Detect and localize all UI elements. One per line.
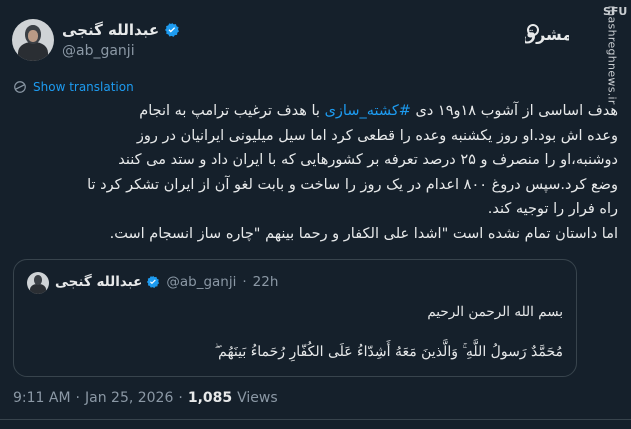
tweet-line-1a: هدف اساسی از آشوب ۱۸و۱۹ دی: [415, 103, 619, 119]
meta-dot-1: ·: [75, 390, 80, 406]
quoted-line-2: مُحَمَّدٌ رَسولُ اللَّهِ ۚ وَالَّذينَ مَ…: [214, 344, 563, 360]
avatar-body-shape: [18, 42, 48, 61]
bottom-divider: [0, 419, 631, 420]
tweet-line-3: دوشنبه،او را منصرف و ۲۵ درصد تعرفه بر کش…: [118, 152, 618, 168]
quoted-avatar-body-shape: [30, 284, 46, 294]
author-avatar[interactable]: [12, 19, 54, 61]
quoted-header: عبدالله گنجی @ab_ganji · 22h: [55, 274, 278, 290]
quoted-author-avatar[interactable]: [27, 272, 49, 294]
views-count: 1,085: [187, 390, 233, 406]
tweet-line-4: وضع کرد.سپس دروغ ۸۰۰ اعدام در یک روز را …: [87, 176, 618, 193]
mashregh-logo: مشرق: [525, 24, 569, 44]
tweet-date[interactable]: Jan 25, 2026: [85, 390, 173, 406]
quoted-tweet-card[interactable]: عبدالله گنجی @ab_ganji · 22h بسم الله ال…: [13, 259, 577, 377]
author-name-line: عبدالله گنجی: [62, 21, 180, 39]
views-label: Views: [237, 390, 278, 406]
tweet-text: هدف اساسی از آشوب ۱۸و۱۹ دی #کشته_سازی با…: [18, 99, 618, 246]
tweet-line-1b: با هدف ترغیب ترامپ به انجام: [139, 103, 320, 119]
tweet-meta: 9:11 AM · Jan 25, 2026 · 1,085 Views: [13, 390, 278, 406]
tweet-line-1: هدف اساسی از آشوب ۱۸و۱۹ دی #کشته_سازی با…: [18, 99, 618, 124]
quoted-separator: ·: [242, 274, 247, 290]
quoted-verified-badge-icon: [147, 275, 160, 289]
hashtag-link[interactable]: #کشته_سازی: [325, 103, 411, 119]
quoted-text: بسم الله الرحمن الرحیم مُحَمَّدٌ رَسولُ …: [33, 300, 563, 364]
globe-icon: [14, 81, 26, 93]
meta-dot-2: ·: [178, 390, 183, 406]
avatar-face-shape: [28, 30, 38, 42]
quoted-line-1: بسم الله الرحمن الرحیم: [427, 304, 563, 320]
quoted-author-name[interactable]: عبدالله گنجی: [55, 274, 142, 290]
quoted-author-handle[interactable]: @ab_ganji: [166, 274, 236, 290]
verified-badge-icon: [165, 23, 180, 37]
tweet-time[interactable]: 9:11 AM: [13, 390, 71, 406]
author-name[interactable]: عبدالله گنجی: [62, 21, 159, 39]
tweet-line-6: اما داستان تمام نشده است "اشدا علی الکفا…: [109, 225, 618, 242]
show-translation-link[interactable]: Show translation: [13, 80, 134, 94]
tweet-line-5: راه فرار را توجیه کند.: [487, 201, 618, 217]
tweet-line-2: وعده اش بود.او روز یکشنبه وعده را قطعی ک…: [136, 127, 618, 144]
author-handle[interactable]: @ab_ganji: [62, 43, 135, 59]
quoted-timestamp[interactable]: 22h: [253, 274, 279, 290]
quoted-avatar-head-shape: [34, 275, 42, 285]
show-translation-label[interactable]: Show translation: [33, 80, 134, 94]
